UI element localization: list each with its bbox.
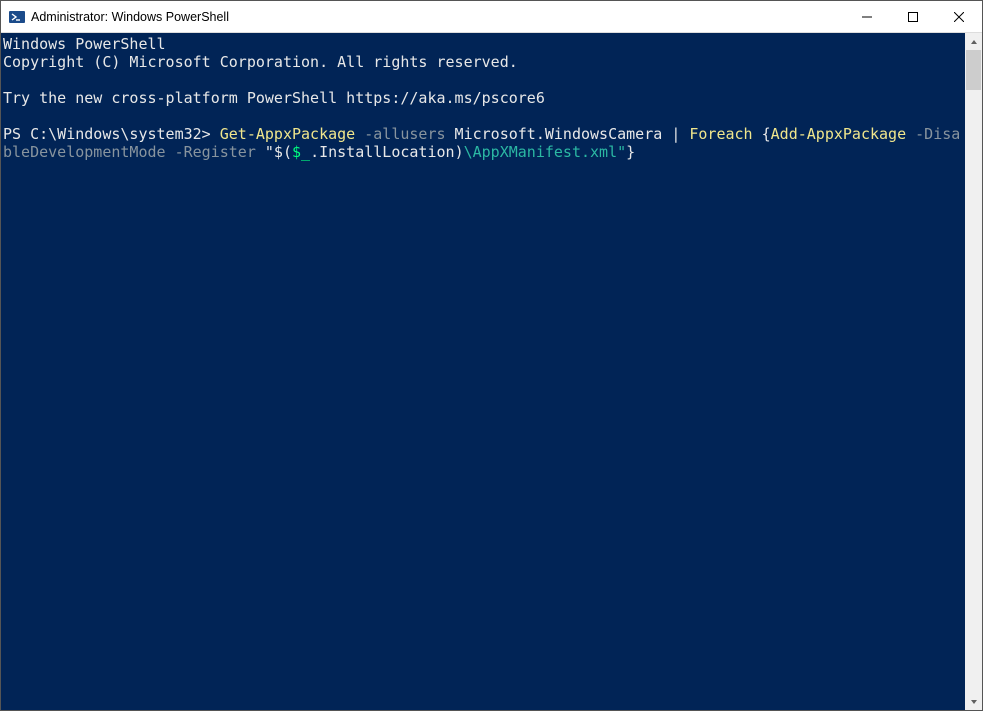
- command-line: PS C:\Windows\system32> Get-AppxPackage …: [3, 125, 960, 161]
- close-button[interactable]: [936, 1, 982, 32]
- powershell-window: Administrator: Windows PowerShell Window…: [0, 0, 983, 711]
- string: \AppXManifest.xml": [464, 143, 627, 161]
- subexpr: "$(: [265, 143, 292, 161]
- scroll-down-button[interactable]: [965, 693, 982, 710]
- cmdlet: Foreach: [680, 125, 761, 143]
- titlebar[interactable]: Administrator: Windows PowerShell: [1, 1, 982, 33]
- vertical-scrollbar[interactable]: [965, 33, 982, 710]
- cmdlet: Get-AppxPackage: [220, 125, 355, 143]
- brace: }: [626, 143, 635, 161]
- powershell-icon: [9, 9, 25, 25]
- brace: {: [762, 125, 771, 143]
- console-line: Try the new cross-platform PowerShell ht…: [3, 89, 545, 107]
- member: .InstallLocation: [310, 143, 455, 161]
- scroll-thumb[interactable]: [966, 50, 981, 90]
- pipe: |: [671, 125, 680, 143]
- subexpr-close: ): [455, 143, 464, 161]
- window-controls: [844, 1, 982, 32]
- arg: Microsoft.WindowsCamera: [446, 125, 672, 143]
- variable: $_: [292, 143, 310, 161]
- console-line: Copyright (C) Microsoft Corporation. All…: [3, 53, 518, 71]
- cmdlet: Add-AppxPackage: [771, 125, 906, 143]
- maximize-button[interactable]: [890, 1, 936, 32]
- window-title: Administrator: Windows PowerShell: [31, 10, 844, 24]
- console-output[interactable]: Windows PowerShell Copyright (C) Microso…: [1, 33, 965, 710]
- param: -allusers: [355, 125, 445, 143]
- prompt: PS C:\Windows\system32>: [3, 125, 220, 143]
- console-area: Windows PowerShell Copyright (C) Microso…: [1, 33, 982, 710]
- minimize-button[interactable]: [844, 1, 890, 32]
- scroll-up-button[interactable]: [965, 33, 982, 50]
- console-line: Windows PowerShell: [3, 35, 166, 53]
